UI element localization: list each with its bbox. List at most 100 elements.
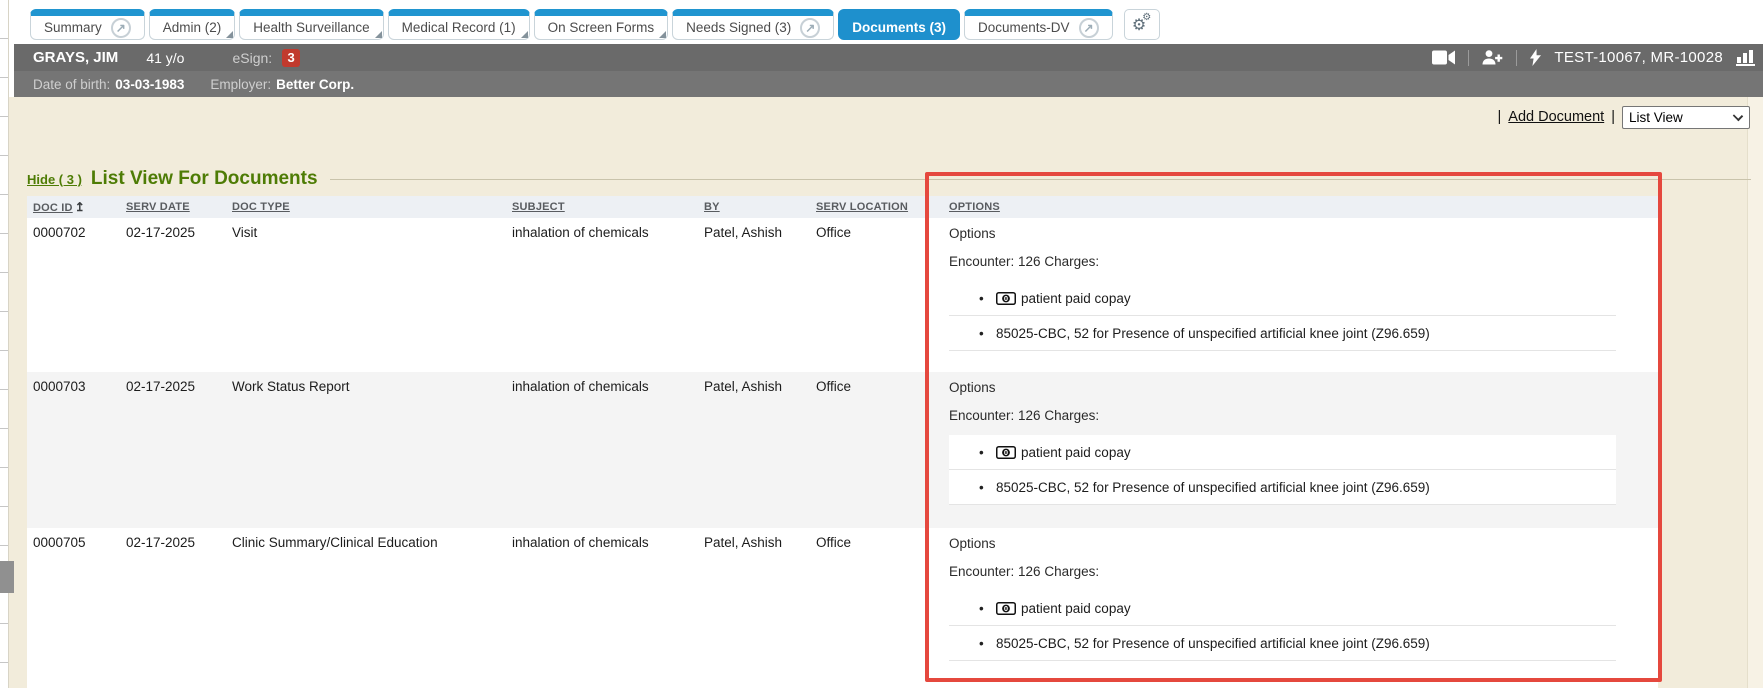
left-scroll-thumb[interactable] — [0, 561, 14, 593]
cell-doc-id: 0000705 — [27, 528, 120, 550]
gear-icon: ⚙ — [1142, 12, 1151, 23]
list-item: 85025-CBC, 52 for Presence of unspecifie… — [949, 626, 1616, 661]
column-header-doc-type[interactable]: DOC TYPE — [226, 201, 506, 213]
dob-value: 03-03-1983 — [115, 77, 184, 92]
hide-link[interactable]: Hide ( 3 ) — [27, 172, 82, 187]
add-document-link[interactable]: Add Document — [1508, 109, 1604, 125]
tab-documents[interactable]: Documents (3) — [838, 9, 960, 40]
cell-serv-date: 02-17-2025 — [120, 528, 226, 550]
divider — [1516, 50, 1517, 66]
tab-summary-label: Summary — [44, 20, 102, 35]
list-view-header: Hide ( 3 ) List View For Documents — [27, 166, 1751, 192]
cell-options: Options Encounter: 126 Charges: 0patient… — [943, 528, 1658, 661]
page-title: List View For Documents — [91, 168, 318, 190]
cell-doc-type: Clinic Summary/Clinical Education — [226, 528, 506, 550]
list-item: 85025-CBC, 52 for Presence of unspecifie… — [949, 316, 1616, 351]
cell-by: Patel, Ashish — [698, 218, 810, 240]
tab-documents-label: Documents (3) — [852, 20, 946, 35]
cell-subject: inhalation of chemicals — [506, 218, 698, 240]
sort-asc-icon: ↥ — [75, 200, 85, 214]
list-item: 0 patient paid copay — [949, 435, 1616, 470]
table-row[interactable]: 0000702 02-17-2025 Visit inhalation of c… — [27, 218, 1658, 372]
patient-header-actions: TEST-10067, MR-10028 — [1432, 49, 1755, 66]
tab-admin[interactable]: Admin (2) — [149, 9, 236, 40]
options-label[interactable]: Options — [949, 378, 1616, 398]
charge-text: 85025-CBC, 52 for Presence of unspecifie… — [996, 480, 1430, 495]
lightning-bolt-icon[interactable] — [1530, 49, 1541, 66]
patient-identifiers: TEST-10067, MR-10028 — [1554, 49, 1723, 66]
charges-list: 0patient paid copay 85025-CBC, 52 for Pr… — [949, 591, 1616, 661]
video-camera-icon[interactable] — [1432, 50, 1455, 65]
svg-text:0: 0 — [1004, 448, 1008, 457]
tab-bar: Summary ↗ Admin (2) Health Surveillance … — [0, 0, 1763, 44]
tab-admin-label: Admin (2) — [163, 20, 222, 35]
charge-text: patient paid copay — [1021, 445, 1131, 460]
view-mode-select[interactable]: List View — [1622, 106, 1750, 129]
cell-options: Options Encounter: 126 Charges: 0 patient… — [943, 218, 1658, 351]
money-bill-icon: 0 — [996, 292, 1016, 305]
cell-serv-location: Office — [810, 528, 943, 550]
patient-age: 41 y/o — [146, 50, 184, 66]
column-header-serv-location[interactable]: SERV LOCATION — [810, 201, 943, 213]
document-toolbar: | Add Document | List View — [1498, 104, 1750, 130]
esign-count-badge[interactable]: 3 — [282, 49, 300, 67]
charges-list: 0 patient paid copay 85025-CBC, 52 for Pr… — [949, 435, 1616, 505]
tab-strip: Summary ↗ Admin (2) Health Surveillance … — [30, 9, 1160, 40]
dob-label: Date of birth: — [33, 77, 110, 92]
app-window: Summary ↗ Admin (2) Health Surveillance … — [0, 0, 1763, 688]
documents-table: DOC ID↥ SERV DATE DOC TYPE SUBJECT BY SE… — [27, 196, 1658, 688]
money-bill-icon: 0 — [996, 446, 1016, 459]
cell-subject: inhalation of chemicals — [506, 372, 698, 394]
tab-medical-record[interactable]: Medical Record (1) — [388, 9, 530, 40]
charge-text: 85025-CBC, 52 for Presence of unspecifie… — [996, 326, 1430, 341]
cell-doc-id: 0000703 — [27, 372, 120, 394]
column-header-doc-id[interactable]: DOC ID↥ — [27, 200, 120, 214]
tab-summary[interactable]: Summary ↗ — [30, 9, 145, 40]
list-item: 85025-CBC, 52 for Presence of unspecifie… — [949, 470, 1616, 505]
charge-text: patient paid copay — [1021, 291, 1131, 306]
view-select-wrap: List View — [1622, 106, 1750, 129]
cell-options: Options Encounter: 126 Charges: 0patient… — [943, 372, 1658, 505]
encounter-charges-text: Encounter: 126 Charges: — [949, 562, 1616, 582]
popout-icon[interactable]: ↗ — [1079, 18, 1099, 38]
add-person-icon[interactable] — [1482, 50, 1503, 65]
tab-settings-button[interactable]: ⚙ ⚙ — [1124, 9, 1160, 40]
patient-subheader-bar: Date of birth: 03-03-1983 Employer: Bett… — [14, 71, 1763, 97]
tab-medical-record-label: Medical Record (1) — [402, 20, 516, 35]
pipe-separator: | — [1611, 109, 1615, 125]
list-item: 0 patient paid copay — [949, 281, 1616, 316]
cell-doc-type: Visit — [226, 218, 506, 240]
esign-label: eSign: — [232, 50, 272, 66]
popout-icon[interactable]: ↗ — [111, 18, 131, 38]
list-item: 0patient paid copay — [949, 591, 1616, 626]
table-row[interactable]: 0000705 02-17-2025 Clinic Summary/Clinic… — [27, 528, 1658, 688]
employer-label: Employer: — [210, 77, 271, 92]
encounter-charges-text: Encounter: 126 Charges: — [949, 252, 1616, 272]
patient-header-bar: GRAYS, JIM 41 y/o eSign: 3 TEST-10067, M… — [14, 44, 1763, 71]
column-header-options[interactable]: OPTIONS — [943, 201, 1658, 213]
svg-text:0: 0 — [1004, 294, 1008, 303]
cell-by: Patel, Ashish — [698, 528, 810, 550]
tab-health-surveillance[interactable]: Health Surveillance — [239, 9, 383, 40]
cell-doc-type: Work Status Report — [226, 372, 506, 394]
pipe-separator: | — [1498, 109, 1502, 125]
column-header-by[interactable]: BY — [698, 201, 810, 213]
charge-text: patient paid copay — [1021, 601, 1131, 616]
bar-chart-icon[interactable] — [1736, 49, 1755, 66]
table-row[interactable]: 0000703 02-17-2025 Work Status Report in… — [27, 372, 1658, 528]
options-label[interactable]: Options — [949, 224, 1616, 244]
popout-icon[interactable]: ↗ — [800, 18, 820, 38]
table-header-row: DOC ID↥ SERV DATE DOC TYPE SUBJECT BY SE… — [27, 196, 1658, 218]
tab-health-surveillance-label: Health Surveillance — [253, 20, 369, 35]
divider — [1468, 50, 1469, 66]
charges-list: 0 patient paid copay 85025-CBC, 52 for Pr… — [949, 281, 1616, 351]
column-header-serv-date[interactable]: SERV DATE — [120, 201, 226, 213]
patient-name: GRAYS, JIM — [33, 49, 118, 66]
options-label[interactable]: Options — [949, 534, 1616, 554]
tab-documents-dv[interactable]: Documents-DV ↗ — [964, 9, 1113, 40]
tab-needs-signed-label: Needs Signed (3) — [686, 20, 791, 35]
charge-text: 85025-CBC, 52 for Presence of unspecifie… — [996, 636, 1430, 651]
tab-on-screen-forms[interactable]: On Screen Forms — [534, 9, 669, 40]
column-header-subject[interactable]: SUBJECT — [506, 201, 698, 213]
tab-needs-signed[interactable]: Needs Signed (3) ↗ — [672, 9, 834, 40]
